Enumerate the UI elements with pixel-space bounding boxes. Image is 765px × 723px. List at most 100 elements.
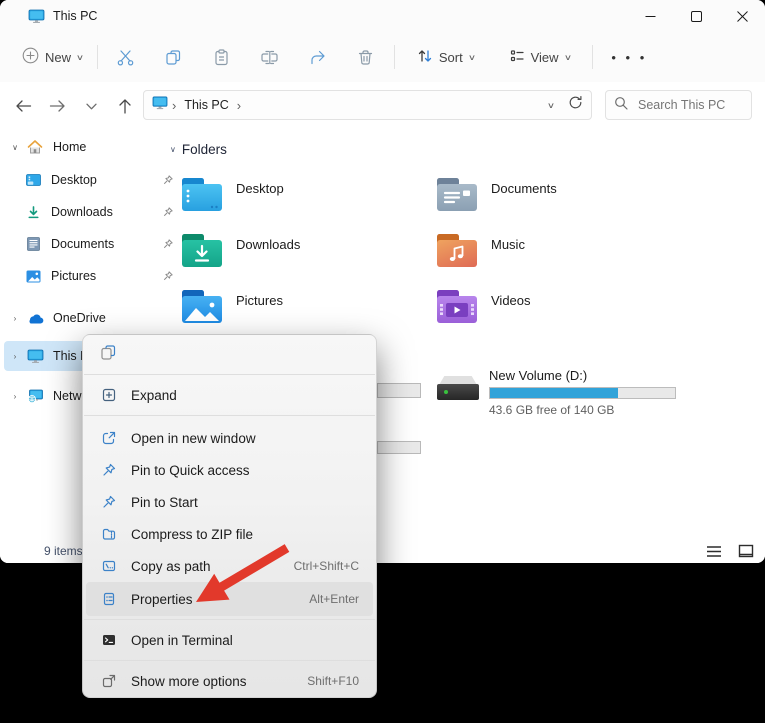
desktop-icon [24, 174, 42, 187]
sidebar-item-label: Desktop [51, 173, 97, 187]
drive-info: New Volume (D:) 43.6 GB free of 140 GB [489, 368, 679, 417]
menu-item-label: Properties [131, 592, 193, 607]
back-button[interactable] [6, 90, 40, 122]
folder-tile-pictures[interactable]: Pictures [182, 290, 432, 323]
menu-item-compress-to-zip[interactable]: Compress to ZIP file [86, 518, 373, 550]
menu-separator [84, 619, 375, 620]
up-button[interactable] [108, 90, 142, 122]
sidebar-item-home[interactable]: ∨ Home [4, 132, 164, 162]
folder-tile-label: Documents [491, 181, 557, 211]
view-button-label: View [531, 50, 559, 65]
new-button[interactable]: New ∨ [12, 41, 93, 73]
address-bar[interactable]: › This PC › ∨ [143, 90, 592, 120]
menu-item-open-in-terminal[interactable]: Open in Terminal [86, 621, 373, 659]
properties-icon [100, 591, 117, 607]
copy-icon[interactable] [99, 343, 118, 367]
minimize-button[interactable] [627, 0, 673, 32]
share-button[interactable] [294, 39, 342, 75]
search-box[interactable] [605, 90, 752, 120]
desktop-folder-icon [182, 178, 222, 211]
menu-item-label: Open in Terminal [131, 633, 233, 648]
details-view-button[interactable] [703, 542, 725, 560]
menu-item-properties[interactable]: Properties Alt+Enter [86, 582, 373, 616]
folders-group-header[interactable]: ∨ Folders [170, 142, 227, 157]
rename-button[interactable] [246, 39, 294, 75]
folder-tile-videos[interactable]: Videos [437, 290, 687, 323]
see-more-button[interactable]: • • • [597, 50, 661, 65]
titlebar: This PC [0, 0, 765, 32]
folder-tile-downloads[interactable]: Downloads [182, 234, 432, 267]
network-icon [26, 388, 44, 404]
drive-usage-partial [377, 383, 421, 398]
chevron-down-icon: ∨ [468, 53, 476, 62]
breadcrumb-chevron: › [172, 98, 176, 113]
paste-button[interactable] [198, 39, 246, 75]
forward-button[interactable] [40, 90, 74, 122]
chevron-down-icon[interactable]: ∨ [4, 143, 26, 152]
toolbar-separator [97, 45, 98, 69]
chevron-right-icon[interactable]: › [4, 314, 26, 323]
pin-icon [100, 462, 117, 478]
command-toolbar: New ∨ Sort ∨ View ∨ • • • [0, 32, 765, 83]
address-dropdown-chevron[interactable]: ∨ [547, 101, 555, 110]
menu-item-shortcut: Alt+Enter [309, 592, 359, 606]
menu-item-label: Show more options [131, 674, 247, 689]
documents-icon [24, 237, 42, 251]
sidebar-item-label: OneDrive [53, 311, 106, 325]
folder-tile-label: Downloads [236, 237, 300, 267]
sidebar-item-label: Home [53, 140, 86, 154]
this-pc-icon [152, 95, 168, 115]
open-new-window-icon [100, 430, 117, 446]
search-input[interactable] [636, 97, 750, 113]
chevron-right-icon[interactable]: › [4, 352, 26, 361]
menu-item-copy-as-path[interactable]: Copy as path Ctrl+Shift+C [86, 550, 373, 582]
folder-tile-label: Videos [491, 293, 531, 323]
folder-tile-music[interactable]: Music [437, 234, 687, 267]
drive-tile-new-volume-d[interactable]: New Volume (D:) 43.6 GB free of 140 GB [437, 368, 679, 417]
expand-icon [100, 387, 117, 403]
toolbar-separator [394, 45, 395, 69]
menu-item-open-in-new-window[interactable]: Open in new window [86, 422, 373, 454]
view-button[interactable]: View ∨ [499, 42, 581, 73]
sidebar-item-desktop[interactable]: Desktop [4, 165, 184, 195]
folder-tile-label: Pictures [236, 293, 283, 323]
folders-group-label: Folders [182, 142, 227, 157]
close-button[interactable] [719, 0, 765, 32]
cut-button[interactable] [102, 39, 150, 75]
copy-button[interactable] [150, 39, 198, 75]
sidebar-item-downloads[interactable]: Downloads [4, 197, 184, 227]
music-folder-icon [437, 234, 477, 267]
large-icons-view-button[interactable] [735, 542, 757, 560]
sidebar-item-onedrive[interactable]: › OneDrive [4, 303, 164, 333]
chevron-right-icon[interactable]: › [4, 392, 26, 401]
menu-item-shortcut: Ctrl+Shift+C [294, 559, 359, 573]
pictures-folder-icon [182, 290, 222, 323]
sidebar-item-documents[interactable]: Documents [4, 229, 184, 259]
menu-item-expand[interactable]: Expand [86, 376, 373, 414]
menu-item-label: Compress to ZIP file [131, 527, 253, 542]
pictures-icon [24, 270, 42, 283]
sidebar-item-pictures[interactable]: Pictures [4, 261, 184, 291]
menu-item-show-more-options[interactable]: Show more options Shift+F10 [86, 662, 373, 700]
folder-tile-desktop[interactable]: Desktop [182, 178, 432, 211]
breadcrumb-chevron[interactable]: › [237, 98, 241, 113]
drive-usage-bar [489, 387, 676, 399]
window-controls [627, 0, 765, 32]
delete-button[interactable] [342, 39, 390, 75]
home-icon [26, 139, 44, 155]
downloads-icon [24, 205, 42, 220]
desktop-background: { "window": { "title": "This PC" }, "too… [0, 0, 765, 723]
show-more-options-icon [100, 673, 117, 689]
sort-button[interactable]: Sort ∨ [407, 42, 485, 73]
sidebar-item-label: Downloads [51, 205, 113, 219]
menu-item-pin-to-quick-access[interactable]: Pin to Quick access [86, 454, 373, 486]
refresh-icon[interactable] [568, 95, 583, 115]
menu-item-pin-to-start[interactable]: Pin to Start [86, 486, 373, 518]
this-pc-icon [26, 348, 44, 364]
maximize-button[interactable] [673, 0, 719, 32]
menu-item-label: Open in new window [131, 431, 256, 446]
breadcrumb-this-pc[interactable]: This PC [184, 98, 228, 112]
folder-tile-label: Desktop [236, 181, 284, 211]
folder-tile-documents[interactable]: Documents [437, 178, 687, 211]
recent-locations-chevron[interactable] [74, 90, 108, 122]
